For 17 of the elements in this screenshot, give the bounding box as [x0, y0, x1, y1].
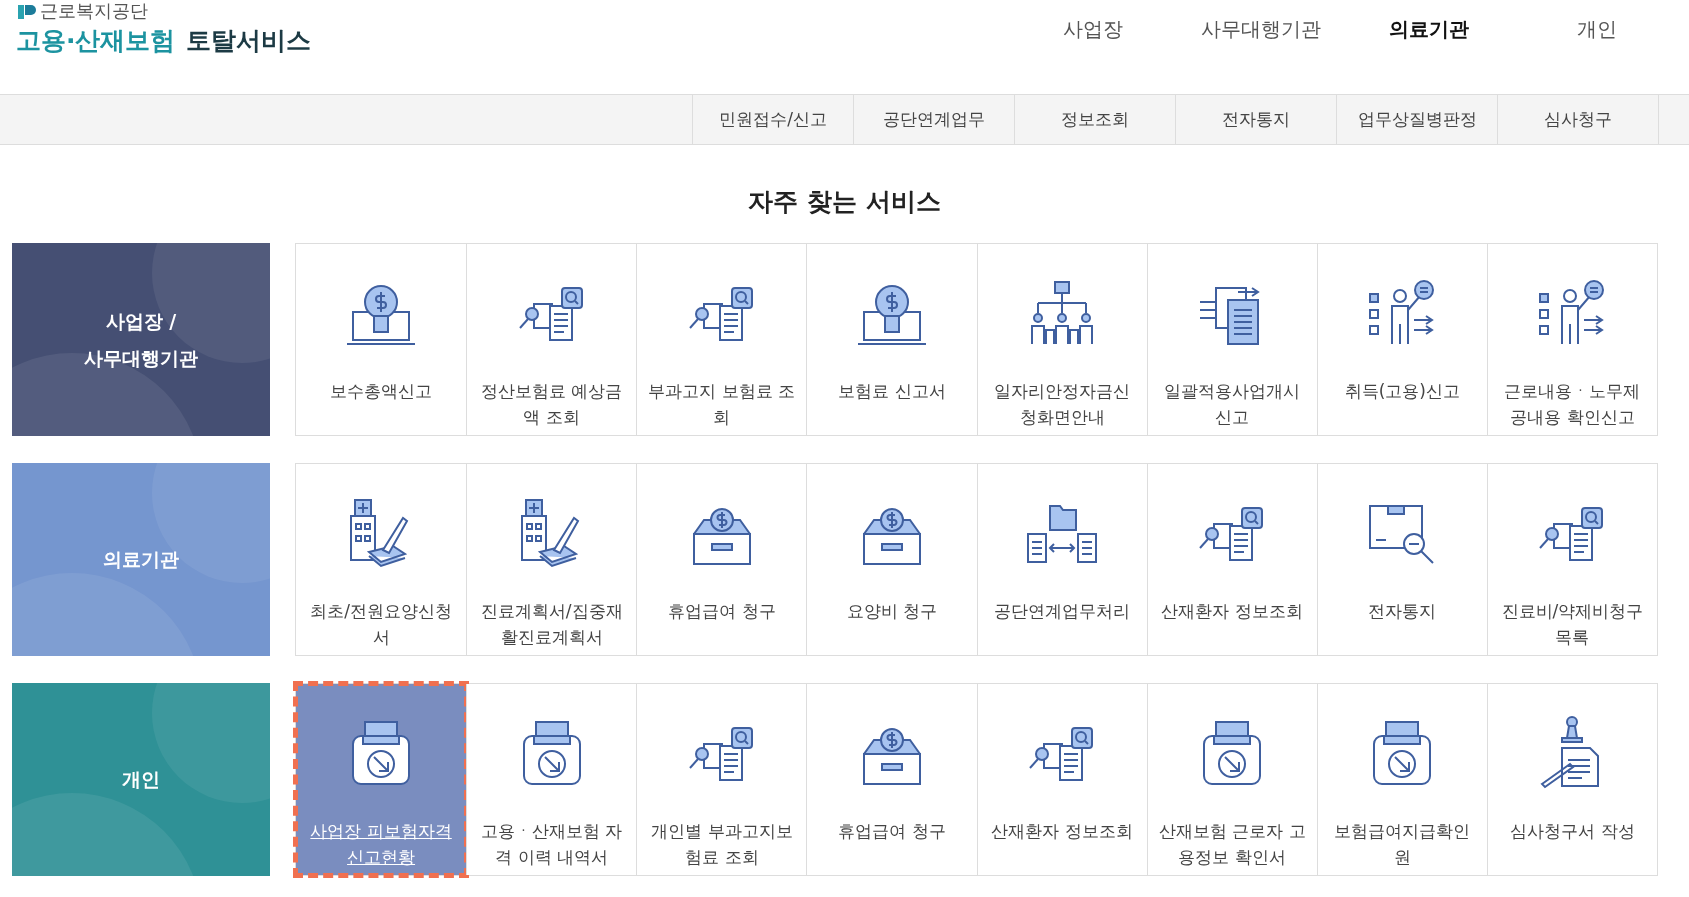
section-title: 자주 찾는 서비스	[747, 186, 942, 218]
organization-name: 근로복지공단	[40, 0, 148, 23]
sub-nav-link[interactable]: 민원접수/신고	[692, 95, 853, 144]
top-nav-link[interactable]: 사업장	[1009, 0, 1177, 43]
top-nav-link[interactable]: 개인	[1513, 0, 1681, 43]
sub-nav-link[interactable]: 전자통지	[1175, 95, 1336, 144]
top-nav-link[interactable]: 의료기관	[1345, 0, 1513, 43]
sub-nav-link[interactable]: 심사청구	[1497, 95, 1659, 144]
category-label: 의료기관	[103, 547, 179, 573]
sub-nav-link[interactable]: 공단연계업무	[853, 95, 1014, 144]
service-title: 고용·산재보험	[16, 25, 176, 57]
category-label: 개인	[122, 767, 160, 793]
category-label: 사업장 / 사무대행기관	[84, 309, 198, 371]
top-nav-link[interactable]: 사무대행기관	[1177, 0, 1345, 43]
service-subtitle: 토탈서비스	[185, 25, 311, 57]
sub-nav-link[interactable]: 업무상질병판정	[1336, 95, 1497, 144]
sub-nav-link[interactable]: 정보조회	[1014, 95, 1175, 144]
